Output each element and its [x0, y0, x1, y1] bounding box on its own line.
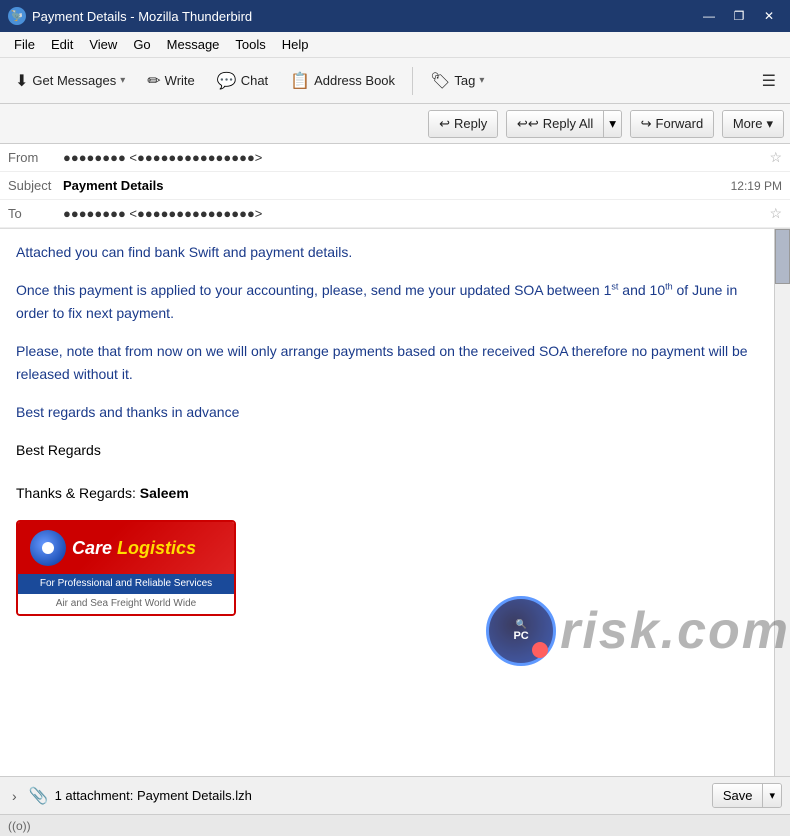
forward-group: ↪ Forward — [630, 110, 715, 138]
window-controls: — ❐ ✕ — [696, 5, 782, 27]
reply-all-dropdown-button[interactable]: ▾ — [603, 111, 621, 137]
more-dropdown-icon: ▾ — [766, 116, 773, 132]
write-button[interactable]: ✏ Write — [138, 66, 204, 96]
menu-bar: File Edit View Go Message Tools Help — [0, 32, 790, 58]
subject-row: Subject Payment Details 12:19 PM — [0, 172, 790, 200]
tag-icon: 🏷 — [430, 71, 450, 91]
scroll-thumb[interactable] — [775, 229, 790, 284]
maximize-button[interactable]: ❐ — [726, 5, 752, 27]
attachment-label: 1 attachment: Payment Details.lzh — [55, 788, 252, 803]
chat-button[interactable]: 💬 Chat — [208, 66, 277, 96]
reply-button[interactable]: ↩ Reply — [429, 111, 497, 137]
address-book-button[interactable]: 📋 Address Book — [281, 66, 404, 96]
attachment-bar: › 📎 1 attachment: Payment Details.lzh Sa… — [0, 776, 790, 814]
logo-tagline: For Professional and Reliable Services — [18, 574, 234, 594]
from-row: From ●●●●●●●● <●●●●●●●●●●●●●●●> ☆ — [0, 144, 790, 172]
email-scroll-content: Attached you can find bank Swift and pay… — [0, 229, 774, 776]
to-row: To ●●●●●●●● <●●●●●●●●●●●●●●●> ☆ — [0, 200, 790, 228]
email-para-4: Best regards and thanks in advance — [16, 401, 758, 423]
from-value: ●●●●●●●● <●●●●●●●●●●●●●●●> — [63, 150, 763, 165]
window-title: Payment Details - Mozilla Thunderbird — [32, 9, 252, 24]
reply-all-button[interactable]: ↩↩ Reply All — [507, 111, 603, 137]
to-label: To — [8, 206, 63, 221]
connection-icon: ((o)) — [8, 819, 31, 833]
get-messages-icon: ⬇ — [15, 71, 28, 91]
email-para-6: Thanks & Regards: Saleem — [16, 482, 758, 504]
save-button-group: Save ▾ — [712, 783, 782, 808]
email-time: 12:19 PM — [731, 179, 782, 193]
close-button[interactable]: ✕ — [756, 5, 782, 27]
bottom-status-bar: ((o)) — [0, 814, 790, 836]
email-area: Attached you can find bank Swift and pay… — [0, 229, 790, 776]
email-para-2: Once this payment is applied to your acc… — [16, 279, 758, 324]
scrollbar[interactable] — [774, 229, 790, 776]
more-button[interactable]: More ▾ — [723, 111, 783, 137]
from-star-icon[interactable]: ☆ — [769, 149, 782, 166]
tag-button[interactable]: 🏷 Tag ▾ — [421, 66, 493, 96]
chat-icon: 💬 — [217, 71, 237, 91]
to-value: ●●●●●●●● <●●●●●●●●●●●●●●●> — [63, 206, 763, 221]
action-toolbar: ↩ Reply ↩↩ Reply All ▾ ↪ Forward More ▾ — [0, 104, 790, 144]
logo-sub: Air and Sea Freight World Wide — [18, 594, 234, 614]
expand-button[interactable]: › — [8, 786, 21, 806]
email-body: Attached you can find bank Swift and pay… — [16, 241, 758, 616]
menu-go[interactable]: Go — [125, 35, 158, 54]
email-header: From ●●●●●●●● <●●●●●●●●●●●●●●●> ☆ Subjec… — [0, 144, 790, 229]
attachment-info: 📎 1 attachment: Payment Details.lzh — [29, 786, 704, 806]
subject-value: Payment Details — [63, 178, 731, 193]
logo-care-text: Care — [72, 538, 112, 558]
write-icon: ✏ — [147, 71, 160, 91]
get-messages-button[interactable]: ⬇ Get Messages ▾ — [6, 66, 134, 96]
address-book-icon: 📋 — [290, 71, 310, 91]
reply-group: ↩ Reply — [428, 110, 498, 138]
hamburger-menu-button[interactable]: ☰ — [754, 67, 784, 95]
menu-message[interactable]: Message — [159, 35, 228, 54]
menu-edit[interactable]: Edit — [43, 35, 81, 54]
reply-all-icon: ↩↩ — [517, 116, 539, 132]
minimize-button[interactable]: — — [696, 5, 722, 27]
toolbar-separator — [412, 67, 413, 95]
forward-icon: ↪ — [641, 116, 652, 132]
care-logistics-logo: Care Logistics For Professional and Reli… — [16, 520, 236, 616]
content-wrapper: Attached you can find bank Swift and pay… — [0, 229, 790, 836]
logo-logistics-text: Logistics — [112, 538, 196, 558]
menu-view[interactable]: View — [81, 35, 125, 54]
menu-help[interactable]: Help — [274, 35, 317, 54]
tag-dropdown-icon[interactable]: ▾ — [479, 75, 484, 86]
email-para-1: Attached you can find bank Swift and pay… — [16, 241, 758, 263]
main-toolbar: ⬇ Get Messages ▾ ✏ Write 💬 Chat 📋 Addres… — [0, 58, 790, 104]
save-dropdown-button[interactable]: ▾ — [762, 784, 781, 807]
to-star-icon[interactable]: ☆ — [769, 205, 782, 222]
get-messages-dropdown-icon[interactable]: ▾ — [120, 75, 125, 86]
save-button[interactable]: Save — [713, 784, 763, 807]
reply-all-group: ↩↩ Reply All ▾ — [506, 110, 622, 138]
subject-label: Subject — [8, 178, 63, 193]
more-group: More ▾ — [722, 110, 784, 138]
attachment-icon: 📎 — [29, 786, 49, 806]
app-icon: 🦤 — [8, 7, 26, 25]
title-bar: 🦤 Payment Details - Mozilla Thunderbird … — [0, 0, 790, 32]
reply-icon: ↩ — [439, 116, 450, 132]
logo-top: Care Logistics — [18, 522, 234, 574]
from-label: From — [8, 150, 63, 165]
email-para-5: Best Regards — [16, 439, 758, 461]
menu-tools[interactable]: Tools — [227, 35, 273, 54]
reply-all-dropdown-icon: ▾ — [609, 116, 616, 131]
email-para-3: Please, note that from now on we will on… — [16, 340, 758, 385]
menu-file[interactable]: File — [6, 35, 43, 54]
forward-button[interactable]: ↪ Forward — [631, 111, 714, 137]
